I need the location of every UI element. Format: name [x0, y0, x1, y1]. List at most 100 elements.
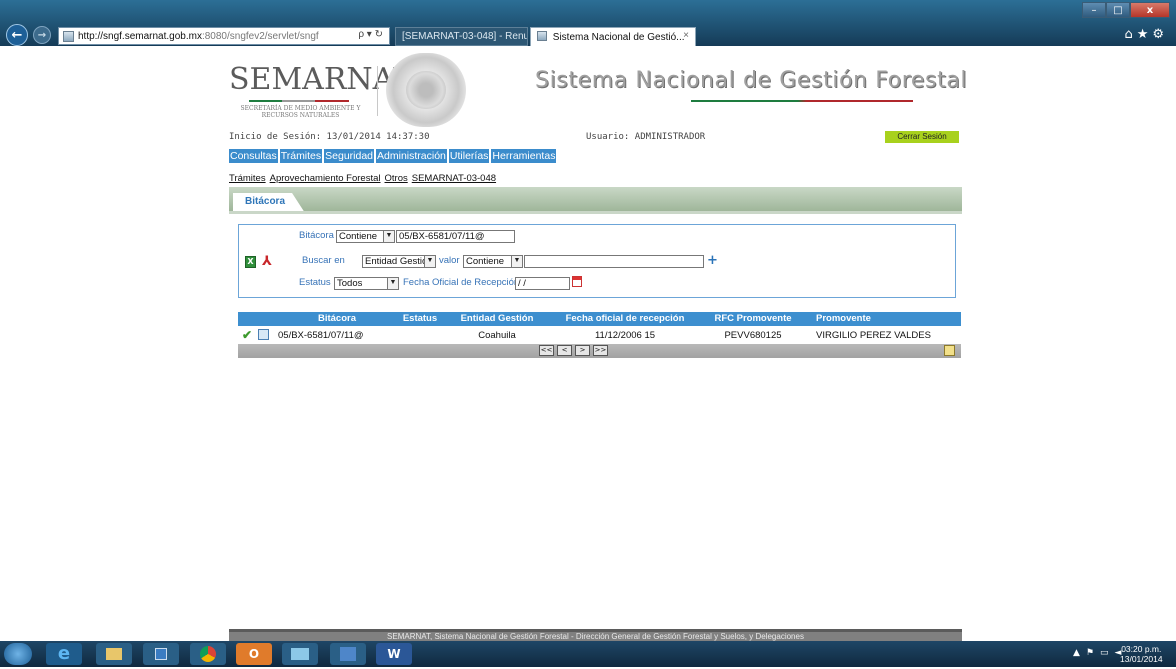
folder-icon[interactable]: [282, 643, 318, 665]
chevron-down-icon: ▼: [511, 256, 522, 267]
edit-icon[interactable]: [944, 345, 955, 356]
valor-operator-select[interactable]: Contiene ▼: [463, 255, 523, 268]
session-start: Inicio de Sesión: 13/01/2014 14:37:30: [229, 132, 430, 142]
logo-text: SEMARNAT: [229, 62, 413, 97]
internet-explorer-icon[interactable]: e: [46, 643, 82, 665]
buscar-en-select[interactable]: Entidad Gestión ▼: [362, 255, 436, 268]
back-button-icon[interactable]: ←: [6, 24, 28, 46]
chevron-down-icon: ▼: [383, 231, 394, 242]
bitacora-filter-label: Bitácora: [299, 230, 334, 241]
estatus-select[interactable]: Todos ▼: [334, 277, 399, 290]
browser-tab-renuncia[interactable]: [SEMARNAT-03-048] - Renunc...: [395, 27, 528, 46]
address-tools[interactable]: ρ ▾ ↻: [358, 29, 383, 40]
taskbar: e O W ▲⚑▭◄ 03:20 p.m. 13/01/2014: [0, 641, 1176, 667]
breadcrumb-item[interactable]: Trámites: [229, 173, 266, 184]
network-app-icon[interactable]: [330, 643, 366, 665]
last-page-button[interactable]: >>: [593, 345, 608, 356]
browser-tab-sngf[interactable]: Sistema Nacional de Gestió... ×: [530, 27, 696, 46]
bitacora-search-input[interactable]: 05/BX-6581/07/11@: [396, 230, 515, 243]
prev-page-button[interactable]: <: [557, 345, 572, 356]
row-actions: ✔: [238, 328, 278, 342]
user-label: Usuario:: [586, 132, 630, 142]
menu-tramites[interactable]: Trámites: [279, 149, 323, 163]
estatus-label: Estatus: [299, 277, 331, 288]
window-controls: – □ x: [1082, 2, 1170, 18]
media-player-icon[interactable]: [143, 643, 179, 665]
outlook-icon[interactable]: O: [236, 643, 272, 665]
excel-export-icon[interactable]: X: [245, 256, 256, 268]
breadcrumb-item[interactable]: Aprovechamiento Forestal: [270, 173, 381, 184]
breadcrumb: Trámites Aprovechamiento Forestal Otros SEM…: [229, 173, 500, 184]
logout-button[interactable]: Cerrar Sesión: [885, 131, 959, 143]
national-seal-icon: [386, 53, 466, 127]
session-user: Usuario: ADMINISTRADOR: [586, 132, 705, 142]
home-favorites-settings-icons[interactable]: ⌂★⚙: [1124, 27, 1168, 42]
maximize-button[interactable]: □: [1106, 2, 1130, 18]
valor-label: valor: [439, 255, 460, 266]
tab-underline: [229, 211, 962, 214]
results-table: Bitácora Estatus Entidad Gestión Fecha o…: [238, 312, 961, 358]
browser-tab-label: Sistema Nacional de Gestió...: [552, 32, 685, 43]
calendar-icon[interactable]: [572, 276, 582, 287]
word-icon[interactable]: W: [376, 643, 412, 665]
header-promovente[interactable]: Promovente: [806, 312, 961, 326]
next-page-button[interactable]: >: [575, 345, 590, 356]
header-fecha[interactable]: Fecha oficial de recepción: [550, 312, 700, 326]
cell-fecha: 11/12/2006 15: [594, 329, 656, 341]
header-estatus[interactable]: Estatus: [396, 312, 444, 326]
page: SEMARNAT SECRETARÍA DE MEDIO AMBIENTE Y …: [0, 46, 1176, 641]
header-bitacora[interactable]: Bitácora: [278, 312, 396, 326]
address-bar[interactable]: http://sngf.semarnat.gob.mx :8080/sngfev…: [58, 27, 390, 45]
menu-herramientas[interactable]: Herramientas: [491, 149, 557, 163]
forward-button-icon[interactable]: →: [33, 26, 51, 44]
add-filter-icon[interactable]: +: [707, 253, 718, 268]
breadcrumb-item[interactable]: Otros: [385, 173, 408, 184]
tray-clock[interactable]: 03:20 p.m. 13/01/2014: [1120, 644, 1163, 664]
session-start-label: Inicio de Sesión:: [229, 132, 322, 142]
table-row[interactable]: ✔ 05/BX-6581/07/11@ Coahuila 11/12/2006 …: [238, 326, 961, 344]
first-page-button[interactable]: <<: [539, 345, 554, 356]
header-rfc[interactable]: RFC Promovente: [700, 312, 806, 326]
view-details-icon[interactable]: [258, 329, 270, 340]
menu-administracion[interactable]: Administración: [376, 149, 447, 163]
file-explorer-icon[interactable]: [96, 643, 132, 665]
browser-chrome: ← → http://sngf.semarnat.gob.mx :8080/sn…: [0, 0, 1176, 46]
pdf-export-icon[interactable]: ⅄: [262, 254, 272, 269]
close-window-button[interactable]: x: [1130, 2, 1170, 18]
pager-bar: << < > >>: [238, 344, 961, 358]
bitacora-operator-value: Contiene: [339, 231, 378, 242]
user-value: ADMINISTRADOR: [634, 132, 706, 142]
menu-consultas[interactable]: Consultas: [229, 149, 278, 163]
system-title: Sistema Nacional de Gestión Forestal: [535, 68, 968, 93]
breadcrumb-item[interactable]: SEMARNAT-03-048: [412, 173, 496, 184]
tab-strip: Bitácora: [229, 187, 962, 213]
minimize-button[interactable]: –: [1082, 2, 1106, 18]
bitacora-operator-select[interactable]: Contiene ▼: [336, 230, 395, 243]
start-button-icon[interactable]: [4, 643, 32, 665]
clock-date: 13/01/2014: [1120, 654, 1163, 664]
logo-rule: [249, 100, 349, 102]
main-menu: Consultas Trámites Seguridad Administrac…: [229, 149, 558, 163]
checkmark-icon[interactable]: ✔: [242, 328, 252, 342]
tab-favicon-icon: [537, 31, 547, 41]
menu-utilerias[interactable]: Utilerías: [448, 149, 490, 163]
title-rule: [691, 100, 913, 102]
browser-tab-label: [SEMARNAT-03-048] - Renunc...: [402, 31, 528, 42]
estatus-value: Todos: [337, 278, 363, 289]
cell-bitacora: 05/BX-6581/07/11@: [278, 329, 364, 341]
content-area: SEMARNAT SECRETARÍA DE MEDIO AMBIENTE Y …: [229, 46, 968, 641]
chrome-icon[interactable]: [190, 643, 226, 665]
semarnat-logo: SEMARNAT SECRETARÍA DE MEDIO AMBIENTE Y …: [229, 62, 413, 122]
tab-close-icon[interactable]: ×: [683, 30, 689, 41]
filter-panel: Bitácora Contiene ▼ 05/BX-6581/07/11@ X …: [238, 224, 956, 298]
page-footer: SEMARNAT, Sistema Nacional de Gestión Fo…: [229, 629, 962, 641]
menu-seguridad[interactable]: Seguridad: [324, 149, 375, 163]
chevron-down-icon: ▼: [424, 256, 435, 267]
header-entidad[interactable]: Entidad Gestión: [444, 312, 550, 326]
chevron-down-icon: ▼: [387, 278, 398, 289]
address-host: http://sngf.semarnat.gob.mx: [78, 30, 202, 42]
logo-subtitle: SECRETARÍA DE MEDIO AMBIENTE Y RECURSOS …: [240, 105, 361, 119]
address-path: :8080/sngfev2/servlet/sngf: [201, 30, 319, 42]
fecha-oficial-input[interactable]: / /: [515, 277, 570, 290]
valor-input[interactable]: [524, 255, 704, 268]
